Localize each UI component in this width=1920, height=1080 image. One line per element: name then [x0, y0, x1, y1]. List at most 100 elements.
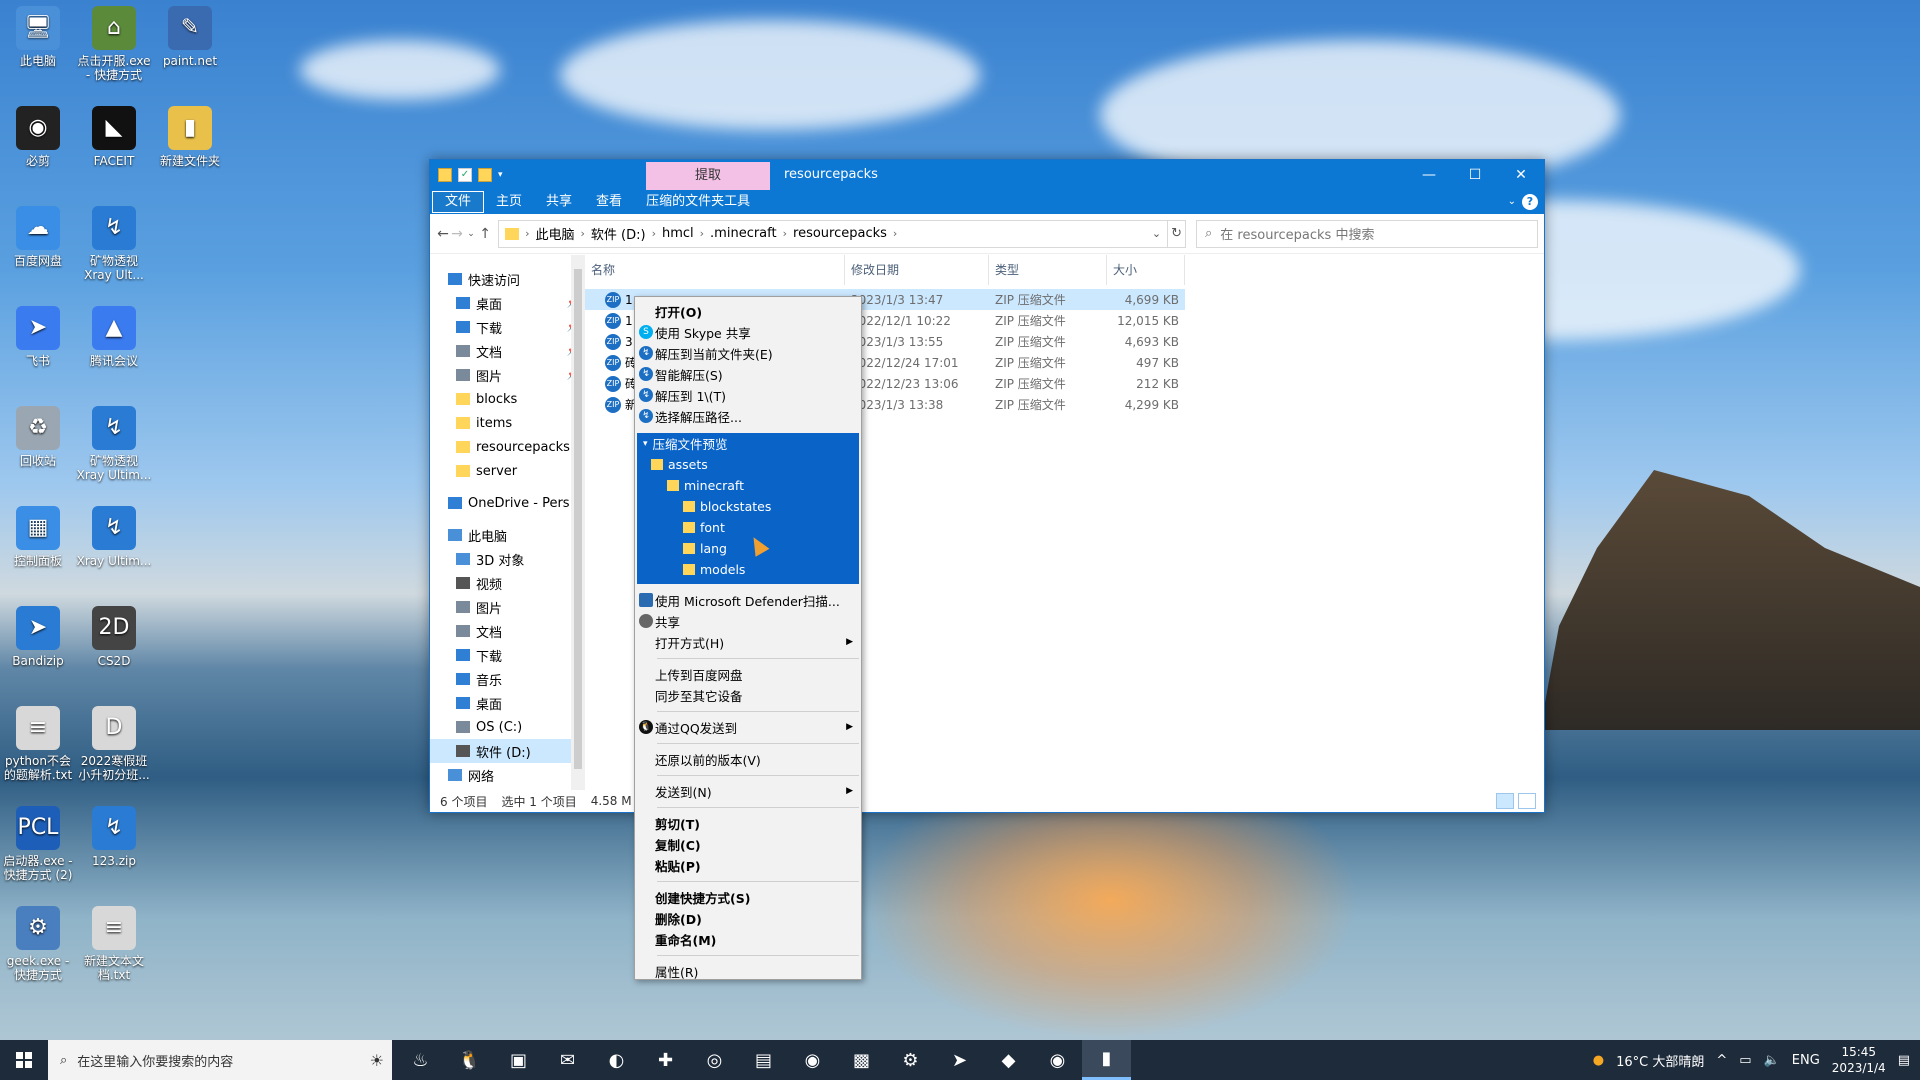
menu-item[interactable]: 复制(C) [635, 834, 861, 855]
desktop-icon[interactable]: ⌂ 点击开服.exe - 快捷方式 [76, 6, 152, 82]
recent-locations-icon[interactable]: ⌄ [464, 229, 478, 239]
menu-item[interactable]: 共享 [635, 611, 861, 632]
desktop-icon[interactable]: ↯ Xray Ultim... [76, 506, 152, 568]
ribbon-expand-icon[interactable]: ⌄ [1508, 190, 1516, 214]
extract-context-tab[interactable]: 提取 [646, 162, 770, 190]
column-type[interactable]: 类型 [989, 255, 1107, 285]
clock[interactable]: 15:45 2023/1/4 [1832, 1044, 1886, 1076]
menu-item[interactable]: 粘贴(P) [635, 855, 861, 876]
large-icons-view-icon[interactable] [1518, 793, 1536, 809]
menu-item-send-to[interactable]: 发送到(N) ▶ [635, 781, 861, 802]
properties-check-icon[interactable]: ✓ [458, 168, 472, 182]
menu-item[interactable]: ↯ 选择解压路径... [635, 406, 861, 427]
nav-item[interactable]: 此电脑 [430, 523, 585, 547]
collapse-icon[interactable]: ▾ [643, 439, 648, 449]
start-button[interactable] [0, 1040, 48, 1080]
nav-scrollbar[interactable] [571, 255, 585, 790]
menu-item[interactable]: ↯ 解压到当前文件夹(E) [635, 343, 861, 364]
desktop-icon[interactable]: ↯ 矿物透视 Xray Ultim... [76, 406, 152, 482]
nav-item[interactable]: 图片📌 [430, 363, 585, 387]
archive-tree-item[interactable]: assets [637, 454, 859, 475]
menu-item[interactable]: 删除(D) [635, 908, 861, 929]
desktop-icon[interactable]: 🖥 此电脑 [0, 6, 76, 68]
desktop-icon[interactable]: D 2022寒假班小升初分班... [76, 706, 152, 782]
desktop-icon[interactable]: ➤ Bandizip [0, 606, 76, 668]
input-language[interactable]: ENG [1792, 1053, 1820, 1068]
menu-item-send-via-qq[interactable]: 🐧 通过QQ发送到 ▶ [635, 717, 861, 738]
column-name[interactable]: 名称 [585, 255, 845, 285]
nav-item[interactable]: OneDrive - Pers... [430, 491, 585, 515]
desktop-icon[interactable]: PCL 启动器.exe - 快捷方式 (2) [0, 806, 76, 882]
breadcrumb-this-pc[interactable]: 此电脑 [535, 224, 574, 243]
address-bar[interactable]: › 此电脑 › 软件 (D:) › hmcl › .minecraft › re… [498, 219, 1169, 248]
menu-item[interactable]: 上传到百度网盘 [635, 664, 861, 685]
nav-item[interactable]: 下载📌 [430, 315, 585, 339]
desktop-icon[interactable]: ↯ 矿物透视 Xray Ult... [76, 206, 152, 282]
desktop-icon[interactable]: 2D CS2D [76, 606, 152, 668]
help-icon[interactable]: ? [1522, 194, 1538, 210]
nav-item[interactable]: 桌面 [430, 691, 585, 715]
nav-item[interactable]: 快速访问 [430, 267, 585, 291]
taskbar-search[interactable]: ⌕ 在这里输入你要搜索的内容 ☀ [48, 1040, 392, 1080]
menu-item-properties[interactable]: 属性(R) [635, 961, 861, 982]
title-bar[interactable]: ✓ ▾ 提取 resourcepacks — ☐ ✕ [430, 160, 1544, 190]
breadcrumb-drive-d[interactable]: 软件 (D:) [591, 224, 646, 243]
archive-tree-item[interactable]: font [637, 517, 859, 538]
tab-compressed-tools[interactable]: 压缩的文件夹工具 [634, 190, 762, 214]
nav-item[interactable]: blocks [430, 387, 585, 411]
nav-item[interactable]: items [430, 411, 585, 435]
taskbar-app-wechat[interactable]: ✉ [543, 1040, 592, 1080]
breadcrumb-hmcl[interactable]: hmcl [662, 226, 694, 241]
taskbar-app-qq[interactable]: 🐧 [445, 1040, 494, 1080]
nav-item[interactable]: 网络 [430, 763, 585, 787]
menu-item[interactable]: 剪切(T) [635, 813, 861, 834]
desktop-icon[interactable]: ≡ python不会的题解析.txt [0, 706, 76, 782]
forward-button[interactable]: → [450, 226, 464, 242]
breadcrumb-resourcepacks[interactable]: resourcepacks [793, 226, 887, 241]
nav-item[interactable]: 视频 [430, 571, 585, 595]
desktop-icon[interactable]: ⚙ geek.exe - 快捷方式 [0, 906, 76, 982]
menu-item-restore-versions[interactable]: 还原以前的版本(V) [635, 749, 861, 770]
nav-item[interactable]: 下载 [430, 643, 585, 667]
up-button[interactable]: ↑ [478, 226, 492, 242]
column-date[interactable]: 修改日期 [845, 255, 989, 285]
archive-tree-item[interactable]: minecraft [637, 475, 859, 496]
nav-item[interactable]: 文档 [430, 619, 585, 643]
nav-item[interactable]: 文档📌 [430, 339, 585, 363]
desktop-icon[interactable]: ♻ 回收站 [0, 406, 76, 468]
menu-item[interactable]: 打开(O) [635, 301, 861, 322]
tab-share[interactable]: 共享 [534, 190, 584, 214]
desktop-icon[interactable]: ☁ 百度网盘 [0, 206, 76, 268]
nav-item[interactable]: server [430, 459, 585, 483]
taskbar-app-chrome[interactable]: ◉ [788, 1040, 837, 1080]
column-size[interactable]: 大小 [1107, 255, 1185, 285]
show-hidden-icons-icon[interactable]: ^ [1716, 1053, 1727, 1068]
taskbar-app-gear[interactable]: ⚙ [886, 1040, 935, 1080]
tab-file[interactable]: 文件 [432, 191, 485, 213]
menu-item[interactable]: 打开方式(H) ▶ [635, 632, 861, 653]
taskbar-app-edge[interactable]: ◐ [592, 1040, 641, 1080]
menu-item[interactable]: 同步至其它设备 [635, 685, 861, 706]
taskbar-app-feishu[interactable]: ➤ [935, 1040, 984, 1080]
maximize-button[interactable]: ☐ [1452, 160, 1498, 190]
weather-text[interactable]: 16°C 大部晴朗 [1616, 1051, 1704, 1070]
taskbar-app-obs[interactable]: ◎ [690, 1040, 739, 1080]
archive-tree-item[interactable]: models [637, 559, 859, 580]
close-button[interactable]: ✕ [1498, 160, 1544, 190]
taskbar-app-cube[interactable]: ✚ [641, 1040, 690, 1080]
search-box[interactable]: ⌕ 在 resourcepacks 中搜索 [1196, 219, 1538, 248]
menu-item[interactable]: ↯ 解压到 1\(T) [635, 385, 861, 406]
minimize-button[interactable]: — [1406, 160, 1452, 190]
desktop-icon[interactable]: ↯ 123.zip [76, 806, 152, 868]
taskbar-app-bijian[interactable]: ◉ [1033, 1040, 1082, 1080]
taskbar-app-folder-game[interactable]: ◆ [984, 1040, 1033, 1080]
desktop-icon[interactable]: ➤ 飞书 [0, 306, 76, 368]
desktop-icon[interactable]: ≡ 新建文本文档.txt [76, 906, 152, 982]
menu-item[interactable]: ↯ 智能解压(S) [635, 364, 861, 385]
archive-tree-item[interactable]: blockstates [637, 496, 859, 517]
details-view-icon[interactable] [1496, 793, 1514, 809]
new-folder-icon[interactable] [478, 168, 492, 182]
nav-item[interactable]: 图片 [430, 595, 585, 619]
search-input[interactable]: 在 resourcepacks 中搜索 [1220, 224, 1374, 243]
weather-icon[interactable]: ● [1593, 1053, 1604, 1068]
